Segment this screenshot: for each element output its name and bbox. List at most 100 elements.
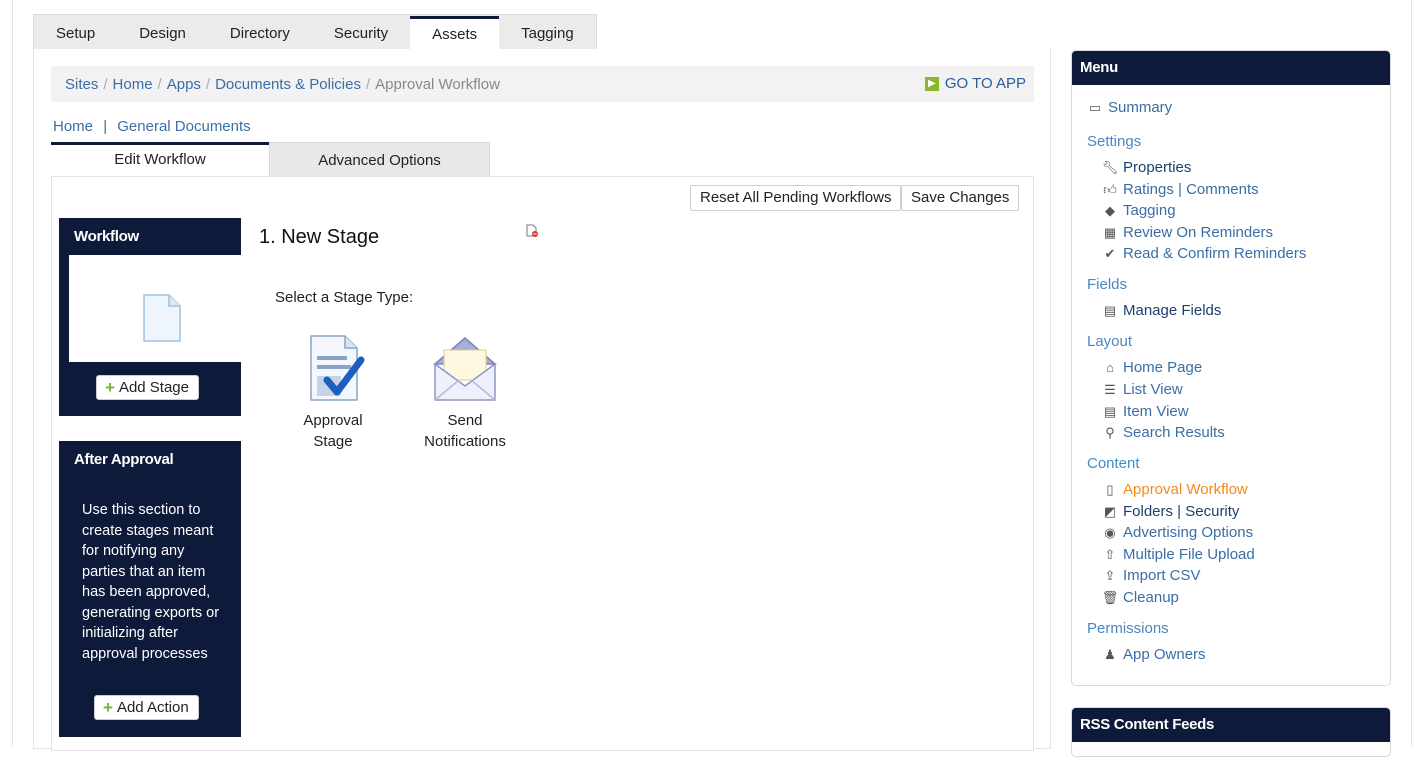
list-icon: ☰: [1104, 381, 1116, 397]
menu-item-advertising-label: Advertising Options: [1123, 524, 1254, 541]
upload-files-icon: ⇧: [1104, 546, 1116, 562]
breadcrumb-current: Approval Workflow: [375, 75, 500, 93]
menu-item-properties[interactable]: 🔧︎ Properties: [1101, 159, 1192, 176]
save-changes-button[interactable]: Save Changes: [901, 185, 1020, 211]
menu-section-settings[interactable]: Settings: [1087, 133, 1141, 150]
menu-item-tagging[interactable]: ◆ Tagging: [1103, 202, 1176, 219]
go-to-app-label: GO TO APP: [944, 75, 1026, 92]
tab-directory[interactable]: Directory: [208, 15, 312, 50]
menu-item-multiple-upload[interactable]: ⇧ Multiple File Upload: [1103, 546, 1255, 563]
menu-item-review-reminders[interactable]: ▦ Review On Reminders: [1103, 224, 1273, 241]
menu-item-ratings-comments[interactable]: 👍︎ Ratings | Comments: [1103, 181, 1258, 198]
after-approval-description: Use this section to create stages meant …: [82, 502, 220, 662]
rss-feeds-panel: RSS Content Feeds: [1071, 707, 1391, 757]
go-to-app-link[interactable]: ▶ GO TO APP: [924, 75, 1026, 92]
menu-item-app-owners[interactable]: ♟ App Owners: [1103, 646, 1206, 663]
envelope-icon: [432, 337, 498, 401]
after-approval-panel: After Approval Use this section to creat…: [59, 441, 241, 737]
menu-item-multi-upload-label: Multiple File Upload: [1123, 546, 1255, 563]
tab-design[interactable]: Design: [117, 15, 208, 50]
sub-navigation: Home | General Documents: [53, 118, 251, 135]
menu-item-summary-label: Summary: [1108, 99, 1173, 116]
menu-item-manage-fields-label: Manage Fields: [1123, 302, 1222, 319]
home-icon: ⌂: [1106, 360, 1114, 375]
approval-stage-label-line-1: Approval: [303, 412, 363, 429]
send-notifications-label-line-2: Notifications: [424, 433, 506, 450]
menu-item-properties-label: Properties: [1123, 159, 1192, 176]
calendar-icon: ▦: [1103, 224, 1117, 240]
send-notifications-option[interactable]: Send Notifications: [421, 334, 509, 452]
subnav-home[interactable]: Home: [53, 118, 93, 135]
approval-stage-label-line-2: Stage: [313, 433, 353, 450]
menu-section-content[interactable]: Content: [1087, 455, 1140, 472]
menu-item-folders-security[interactable]: ◩ Folders | Security: [1103, 503, 1240, 520]
tab-edit-workflow[interactable]: Edit Workflow: [51, 142, 269, 176]
side-menu: Menu ▭ Summary Settings 🔧︎ Properties 👍︎…: [1071, 50, 1391, 686]
menu-section-permissions[interactable]: Permissions: [1087, 620, 1169, 637]
tab-security[interactable]: Security: [312, 15, 410, 50]
breadcrumb-separator: /: [103, 75, 108, 93]
menu-item-cleanup[interactable]: 🗑︎ Cleanup: [1102, 589, 1179, 606]
subnav-general-documents[interactable]: General Documents: [117, 118, 250, 135]
menu-item-list-view-label: List View: [1123, 381, 1183, 398]
menu-item-approval-workflow[interactable]: ▯ Approval Workflow: [1103, 481, 1248, 498]
menu-item-import-csv-label: Import CSV: [1123, 567, 1201, 584]
add-action-button[interactable]: + Add Action: [94, 695, 199, 720]
approval-stage-option[interactable]: Approval Stage: [296, 334, 370, 452]
search-icon: ⚲: [1105, 424, 1115, 440]
tag-icon: ◆: [1105, 202, 1115, 218]
tab-assets[interactable]: Assets: [410, 16, 500, 51]
tab-setup[interactable]: Setup: [34, 15, 117, 50]
user-owner-icon: ♟: [1104, 646, 1116, 662]
workflow-panel: Workflow + Add Stage: [59, 218, 241, 416]
menu-item-app-owners-label: App Owners: [1123, 646, 1206, 663]
menu-item-list-view[interactable]: ☰ List View: [1103, 381, 1183, 398]
tab-tagging[interactable]: Tagging: [499, 15, 596, 50]
wrench-icon: 🔧︎: [1101, 159, 1119, 175]
side-menu-title: Menu: [1072, 51, 1390, 85]
menu-section-fields[interactable]: Fields: [1087, 276, 1127, 293]
breadcrumb-home[interactable]: Home: [113, 76, 153, 93]
breadcrumb-separator: /: [205, 75, 211, 93]
add-stage-button[interactable]: + Add Stage: [96, 375, 199, 400]
reset-pending-workflows-button[interactable]: Reset All Pending Workflows: [690, 185, 902, 211]
menu-item-read-confirm-label: Read & Confirm Reminders: [1123, 245, 1307, 262]
arrow-right-icon: ▶: [924, 76, 939, 91]
after-approval-title: After Approval: [74, 451, 174, 468]
menu-item-manage-fields[interactable]: ▤ Manage Fields: [1103, 302, 1222, 319]
breadcrumb-sites[interactable]: Sites: [65, 76, 98, 93]
tab-advanced-options[interactable]: Advanced Options: [269, 142, 490, 176]
stage-title: 1. New Stage: [259, 226, 380, 248]
item-view-icon: ▤: [1103, 403, 1117, 419]
menu-item-approval-workflow-label: Approval Workflow: [1123, 481, 1248, 498]
document-list-icon: ▤: [1103, 302, 1117, 318]
id-card-icon: ▭: [1088, 99, 1102, 115]
menu-item-search-results[interactable]: ⚲ Search Results: [1103, 424, 1224, 441]
menu-item-read-confirm[interactable]: ✔ Read & Confirm Reminders: [1103, 245, 1307, 262]
target-icon: ◉: [1104, 524, 1116, 540]
breadcrumb-apps[interactable]: Apps: [167, 76, 201, 93]
workflow-panel-title: Workflow: [74, 228, 139, 245]
subnav-divider: |: [103, 118, 108, 135]
menu-item-home-page[interactable]: ⌂ Home Page: [1103, 359, 1202, 376]
workflow-tabs: Edit Workflow Advanced Options: [51, 142, 490, 176]
menu-item-import-csv[interactable]: ⇪ Import CSV: [1103, 567, 1201, 584]
delete-stage-icon[interactable]: [525, 224, 539, 238]
menu-item-item-view[interactable]: ▤ Item View: [1103, 403, 1189, 420]
menu-section-layout[interactable]: Layout: [1087, 333, 1132, 350]
stage-type-label: Select a Stage Type:: [275, 289, 414, 306]
menu-item-summary[interactable]: ▭ Summary: [1088, 99, 1172, 116]
add-action-label: Add Action: [116, 699, 189, 716]
breadcrumb-documents-policies[interactable]: Documents & Policies: [215, 76, 361, 93]
thumbs-up-icon: 👍︎: [1103, 181, 1117, 197]
import-icon: ⇪: [1104, 567, 1116, 583]
plus-icon: +: [103, 698, 113, 717]
workflow-stage-area: [69, 255, 241, 362]
plus-icon: +: [105, 378, 115, 397]
top-tab-bar: Setup Design Directory Security Assets T…: [33, 14, 597, 51]
approval-stage-icon: [310, 335, 365, 401]
menu-item-advertising[interactable]: ◉ Advertising Options: [1103, 524, 1253, 541]
menu-item-home-page-label: Home Page: [1123, 359, 1203, 376]
breadcrumb-separator: /: [366, 75, 371, 93]
rss-feeds-title: RSS Content Feeds: [1072, 708, 1390, 742]
